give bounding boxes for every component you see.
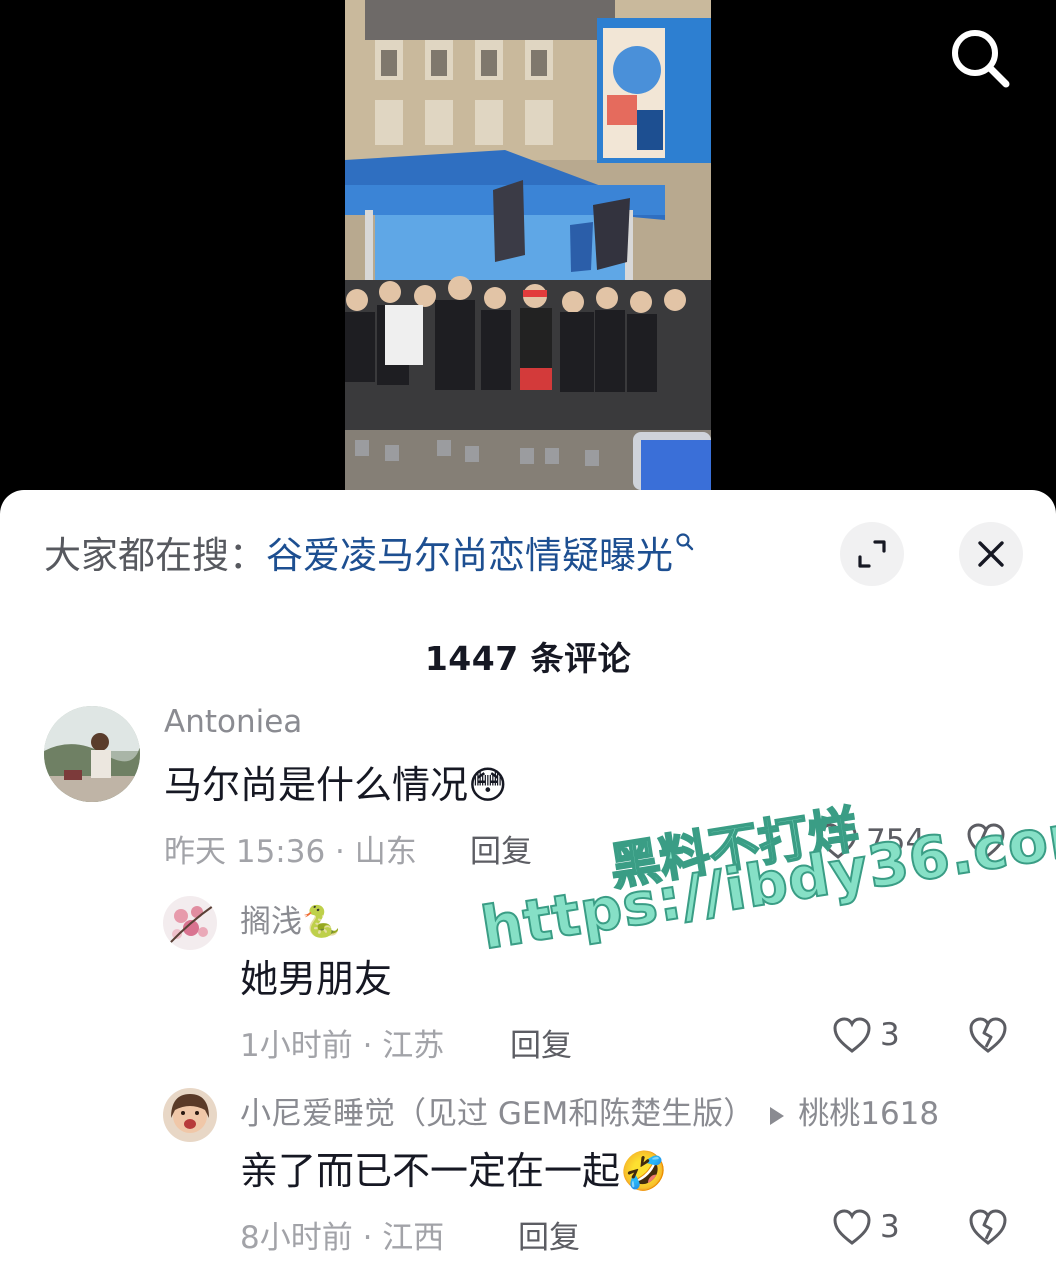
close-icon (978, 541, 1004, 567)
comment-item: Antoniea 马尔尚是什么情况😳 昨天 15:36 · 山东 回复 754 (0, 704, 1056, 884)
like-button[interactable]: 3 (832, 1016, 900, 1054)
username-emoji: 🐍 (302, 904, 341, 940)
comment-text: 马尔尚是什么情况😳 (164, 754, 508, 809)
reply-username[interactable]: 搁浅🐍 (240, 896, 341, 941)
reply-username-row: 小尼爱睡觉（见过 GEM和陈楚生版） 桃桃1618 (240, 1088, 939, 1133)
like-button[interactable]: 3 (832, 1208, 900, 1246)
search-icon (952, 30, 1010, 88)
avatar[interactable] (163, 896, 217, 950)
comment-meta: 昨天 15:36 · 山东 (164, 834, 417, 870)
heart-outline-icon (819, 823, 857, 859)
search-small-icon (676, 533, 694, 551)
broken-heart-icon (969, 1017, 1007, 1053)
reply-text-body: 亲了而已不一定在一起 (240, 1149, 621, 1193)
heart-outline-icon (833, 1017, 871, 1053)
avatar[interactable] (44, 706, 140, 802)
hot-search-prefix: 大家都在搜： (44, 534, 266, 577)
video-frame[interactable] (345, 0, 711, 490)
avatar-image (163, 896, 217, 950)
comment-text-body: 马尔尚是什么情况 (164, 763, 469, 807)
expand-button[interactable] (840, 522, 904, 586)
comment-emoji: 🤣 (620, 1149, 668, 1193)
reply-username[interactable]: 小尼爱睡觉（见过 GEM和陈楚生版） (240, 1096, 754, 1132)
dislike-button[interactable] (968, 1208, 1008, 1250)
expand-icon (858, 540, 886, 568)
like-count: 3 (880, 1209, 900, 1245)
hot-search-topic-link[interactable]: 谷爱凌马尔尚恋情疑曝光 (266, 534, 673, 577)
hot-search-bar[interactable]: 大家都在搜：谷爱凌马尔尚恋情疑曝光 (44, 532, 695, 580)
reply-item: 小尼爱睡觉（见过 GEM和陈楚生版） 桃桃1618 亲了而已不一定在一起🤣 8小时… (0, 1088, 1056, 1278)
search-button[interactable] (944, 22, 1016, 94)
reply-arrow-icon (770, 1106, 785, 1125)
like-button[interactable]: 754 (818, 822, 925, 860)
comment-emoji: 😳 (468, 763, 508, 807)
comment-count: 1447 条评论 (424, 639, 632, 678)
reply-button[interactable]: 回复 (518, 1212, 580, 1257)
heart-outline-icon (833, 1209, 871, 1245)
avatar-image (44, 706, 140, 802)
reply-button[interactable]: 回复 (470, 826, 532, 871)
reply-button[interactable]: 回复 (510, 1020, 572, 1065)
reply-username-text: 搁浅 (240, 904, 302, 940)
reply-to-username[interactable]: 桃桃1618 (798, 1096, 939, 1132)
video-player[interactable] (0, 0, 1056, 490)
reply-text: 亲了而已不一定在一起🤣 (240, 1140, 667, 1195)
dislike-button[interactable] (968, 1016, 1008, 1058)
like-count: 754 (866, 823, 926, 859)
comment-username[interactable]: Antoniea (164, 704, 302, 740)
reply-meta: 1小时前 · 江苏 (240, 1028, 445, 1064)
dislike-button[interactable] (966, 822, 1006, 864)
reply-text: 她男朋友 (240, 957, 393, 1001)
avatar[interactable] (163, 1088, 217, 1142)
avatar-image (163, 1088, 217, 1142)
close-button[interactable] (959, 522, 1023, 586)
like-count: 3 (880, 1017, 900, 1053)
comment-sheet: 大家都在搜：谷爱凌马尔尚恋情疑曝光 1447 条评论 Antoniea 马尔尚是… (0, 490, 1056, 1280)
reply-item: 搁浅🐍 她男朋友 1小时前 · 江苏 回复 3 (0, 896, 1056, 1076)
broken-heart-icon (967, 823, 1005, 859)
broken-heart-icon (969, 1209, 1007, 1245)
video-thumbnail-image (345, 0, 711, 490)
reply-meta: 8小时前 · 江西 (240, 1220, 445, 1256)
